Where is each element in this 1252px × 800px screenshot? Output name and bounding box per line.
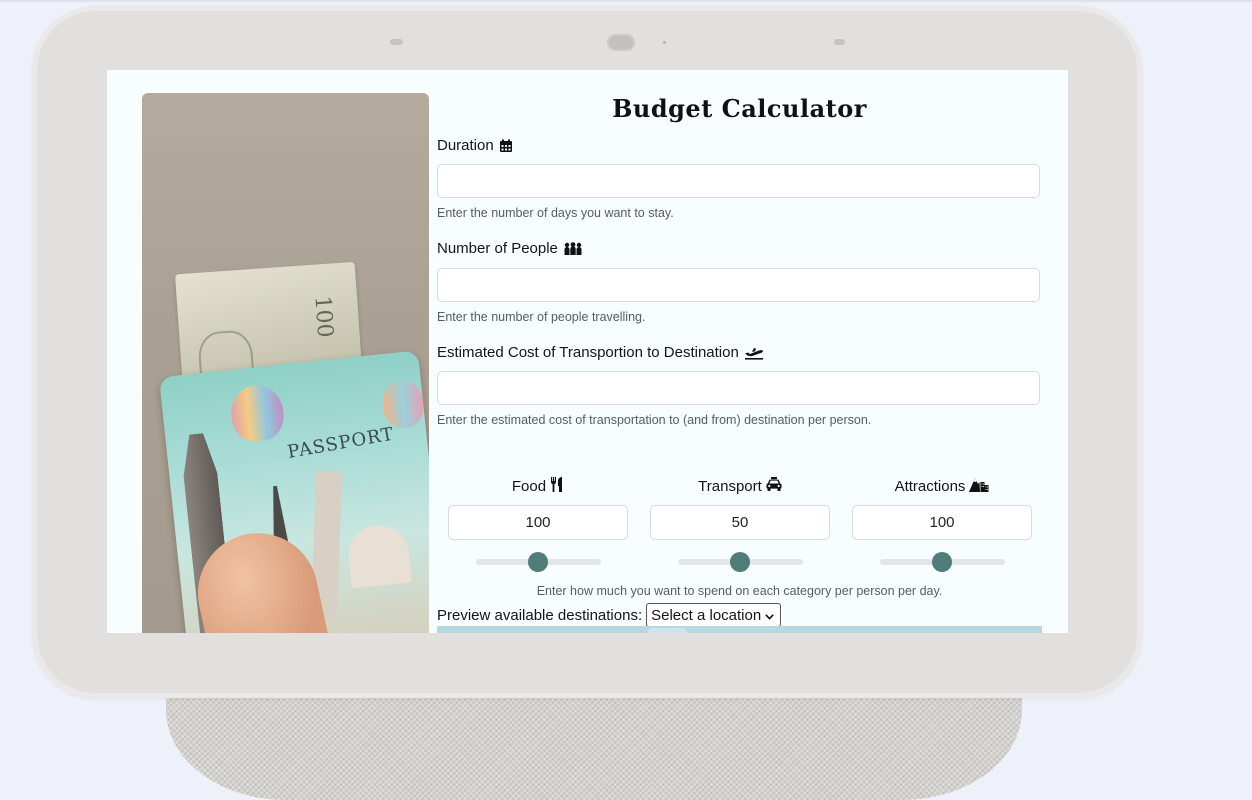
mountain-city-icon bbox=[969, 476, 989, 496]
transport-input[interactable] bbox=[650, 505, 830, 540]
page-title: Budget Calculator bbox=[612, 94, 867, 123]
transport-cost-label: Estimated Cost of Transportion to Destin… bbox=[437, 344, 764, 361]
food-input[interactable] bbox=[448, 505, 628, 540]
page-top-border bbox=[0, 0, 1252, 2]
people-label-text: Number of People bbox=[437, 240, 558, 257]
preview-label: Preview available destinations: bbox=[437, 606, 643, 624]
food-category: Food bbox=[448, 470, 628, 572]
categories-help: Enter how much you want to spend on each… bbox=[536, 584, 943, 598]
food-slider-thumb[interactable] bbox=[528, 552, 548, 572]
passport-photo: 100 PASSPORT bbox=[142, 93, 429, 633]
camera-lens bbox=[607, 34, 635, 51]
duration-help: Enter the number of days you want to sta… bbox=[437, 206, 674, 220]
taxi-icon bbox=[766, 477, 782, 495]
location-select-value: Select a location bbox=[651, 606, 762, 624]
transport-category: Transport bbox=[650, 470, 830, 572]
budget-form: Budget Calculator Duration Enter the num… bbox=[437, 70, 1042, 633]
light-sensor-left bbox=[390, 39, 403, 45]
map-cloud bbox=[647, 628, 687, 633]
category-grid: Food Transport bbox=[437, 470, 1042, 590]
transport-slider[interactable] bbox=[677, 552, 803, 572]
preview-destinations: Preview available destinations: Select a… bbox=[437, 603, 782, 627]
microphone-dot bbox=[663, 41, 666, 44]
transport-cost-input[interactable] bbox=[437, 371, 1040, 405]
duration-label: Duration bbox=[437, 137, 513, 154]
taj-mahal-illustration bbox=[345, 522, 412, 589]
transport-slider-thumb[interactable] bbox=[730, 552, 750, 572]
transport-cost-help: Enter the estimated cost of transportati… bbox=[437, 413, 872, 427]
light-sensor-right bbox=[834, 39, 845, 45]
people-group-icon bbox=[563, 241, 583, 256]
speaker-base bbox=[166, 690, 1022, 800]
attractions-category: Attractions bbox=[852, 470, 1032, 572]
food-label: Food bbox=[448, 470, 628, 502]
location-select[interactable]: Select a location bbox=[646, 603, 782, 627]
attractions-slider[interactable] bbox=[879, 552, 1005, 572]
people-label: Number of People bbox=[437, 240, 583, 257]
duration-input[interactable] bbox=[437, 164, 1040, 198]
calendar-icon bbox=[499, 139, 513, 153]
people-help: Enter the number of people travelling. bbox=[437, 310, 646, 324]
plane-departure-icon bbox=[744, 346, 764, 360]
chevron-down-icon bbox=[765, 607, 774, 624]
passport-text: PASSPORT bbox=[285, 423, 396, 463]
destination-map-preview bbox=[437, 626, 1042, 633]
attractions-input[interactable] bbox=[852, 505, 1032, 540]
transport-cost-label-text: Estimated Cost of Transportion to Destin… bbox=[437, 344, 739, 361]
attractions-label-text: Attractions bbox=[894, 477, 966, 495]
device-screen: 100 PASSPORT Budget Calculator Duration bbox=[107, 70, 1068, 633]
duration-label-text: Duration bbox=[437, 137, 494, 154]
people-input[interactable] bbox=[437, 268, 1040, 302]
transport-label-text: Transport bbox=[698, 477, 762, 495]
balloon-illustration bbox=[380, 378, 426, 430]
transport-label: Transport bbox=[650, 470, 830, 502]
bill-number: 100 bbox=[309, 294, 338, 339]
attractions-slider-thumb[interactable] bbox=[932, 552, 952, 572]
balloon-illustration bbox=[228, 382, 287, 444]
utensils-icon bbox=[550, 476, 564, 496]
food-slider[interactable] bbox=[475, 552, 601, 572]
food-label-text: Food bbox=[511, 477, 547, 495]
attractions-label: Attractions bbox=[852, 470, 1032, 502]
